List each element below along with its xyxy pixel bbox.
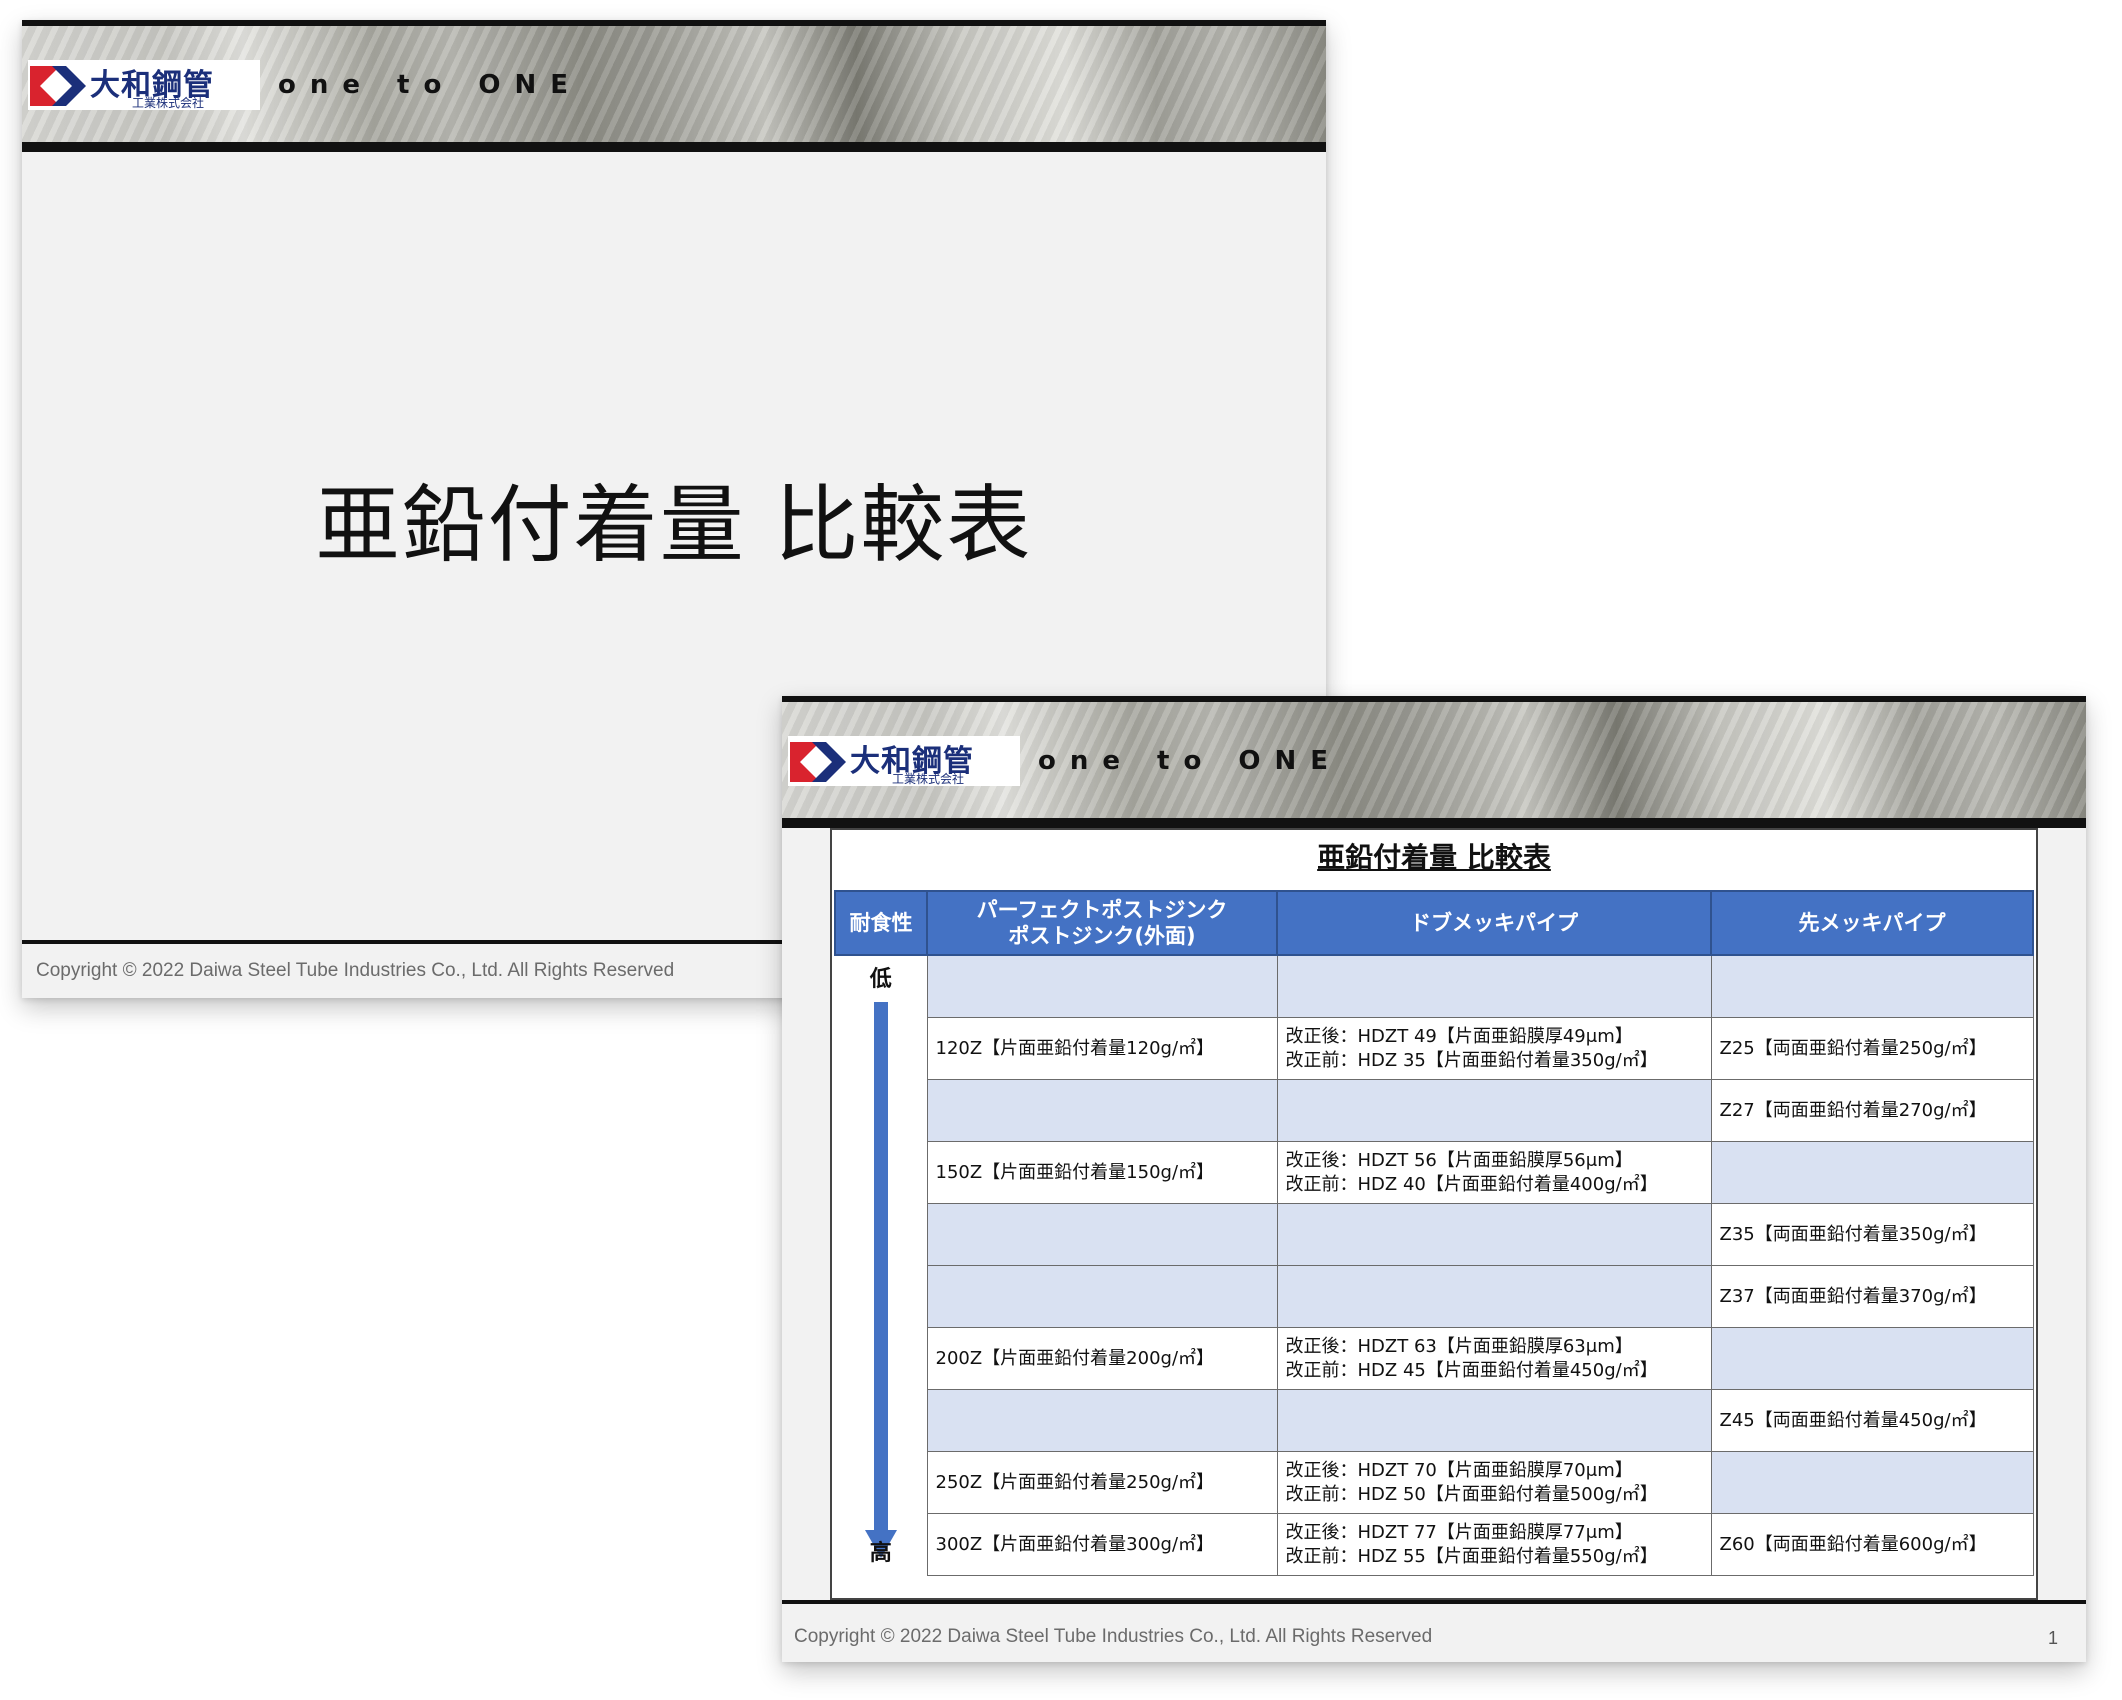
perfect-post-zinc-cell <box>926 1389 1278 1452</box>
header-line: パーフェクトポストジンク <box>976 898 1228 922</box>
table-title: 亜鉛付着量 比較表 <box>1317 841 1551 874</box>
perfect-post-zinc-cell: 300Z【片面亜鉛付着量300g/㎡】 <box>926 1513 1278 1576</box>
hot-dip-pipe-cell: 改正後：HDZT 77【片面亜鉛膜厚77μm】 改正前：HDZ 55【片面亜鉛付着… <box>1276 1513 1712 1576</box>
logo-company-subname: 工業株式会社 <box>892 772 965 786</box>
cell-text-line: 改正前：HDZ 45【片面亜鉛付着量450g/㎡】 <box>1285 1359 1658 1381</box>
cell-text-line: 改正前：HDZ 35【片面亜鉛付着量350g/㎡】 <box>1285 1049 1658 1071</box>
logo-mark-icon <box>30 66 86 106</box>
perfect-post-zinc-cell <box>926 1079 1278 1142</box>
cell-text-line: Z60【両面亜鉛付着量600g/㎡】 <box>1719 1533 1987 1555</box>
copyright-text: Copyright © 2022 Daiwa Steel Tube Indust… <box>794 1626 1433 1647</box>
header-hot-dip-pipe: ドブメッキパイプ <box>1276 890 1712 956</box>
perfect-post-zinc-cell <box>926 1265 1278 1328</box>
footer-divider <box>782 1600 2086 1604</box>
logo-company-subname: 工業株式会社 <box>132 96 205 110</box>
cell-text-line: 改正後：HDZT 77【片面亜鉛膜厚77μm】 <box>1285 1521 1633 1543</box>
hot-dip-pipe-cell <box>1276 1389 1712 1452</box>
table-slide: 大和鋼管 工業株式会社 one to ONE 亜鉛付着量 比較表 耐食性 パーフ… <box>782 696 2086 1662</box>
perfect-post-zinc-cell: 120Z【片面亜鉛付着量120g/㎡】 <box>926 1017 1278 1080</box>
perfect-post-zinc-cell: 150Z【片面亜鉛付着量150g/㎡】 <box>926 1141 1278 1204</box>
perfect-post-zinc-cell <box>926 954 1278 1018</box>
header-banner: 大和鋼管 工業株式会社 one to ONE <box>782 696 2086 828</box>
table-row: 300Z【片面亜鉛付着量300g/㎡】 改正後：HDZT 77【片面亜鉛膜厚77μ… <box>835 1513 2034 1576</box>
pre-galvanized-pipe-cell: Z35【両面亜鉛付着量350g/㎡】 <box>1710 1203 2034 1266</box>
cell-text-line: 改正後：HDZT 49【片面亜鉛膜厚49μm】 <box>1285 1025 1633 1047</box>
pre-galvanized-pipe-cell: Z25【両面亜鉛付着量250g/㎡】 <box>1710 1017 2034 1080</box>
axis-high-label: 高 <box>869 1540 892 1566</box>
table-row: 250Z【片面亜鉛付着量250g/㎡】 改正後：HDZT 70【片面亜鉛膜厚70μ… <box>835 1451 2034 1514</box>
pre-galvanized-pipe-cell: Z45【両面亜鉛付着量450g/㎡】 <box>1710 1389 2034 1452</box>
hot-dip-pipe-cell <box>1276 1203 1712 1266</box>
table-row: 150Z【片面亜鉛付着量150g/㎡】 改正後：HDZT 56【片面亜鉛膜厚56μ… <box>835 1141 2034 1204</box>
cell-text-line: Z37【両面亜鉛付着量370g/㎡】 <box>1719 1285 1987 1307</box>
slide-title: 亜鉛付着量 比較表 <box>315 476 1033 574</box>
hot-dip-pipe-cell <box>1276 1079 1712 1142</box>
table-row: Z27【両面亜鉛付着量270g/㎡】 <box>835 1079 2034 1142</box>
hot-dip-pipe-cell: 改正後：HDZT 56【片面亜鉛膜厚56μm】 改正前：HDZ 40【片面亜鉛付着… <box>1276 1141 1712 1204</box>
table-header-row: 耐食性 パーフェクトポストジンク ポストジンク(外面) ドブメッキパイプ 先メッ… <box>834 890 2034 956</box>
header-pre-galvanized-pipe: 先メッキパイプ <box>1710 890 2034 956</box>
tagline: one to ONE <box>278 70 583 100</box>
pre-galvanized-pipe-cell <box>1710 1451 2034 1514</box>
header-banner: 大和鋼管 工業株式会社 one to ONE <box>22 20 1326 152</box>
zinc-coating-comparison-table: 耐食性 パーフェクトポストジンク ポストジンク(外面) ドブメッキパイプ 先メッ… <box>834 890 2034 1576</box>
table-row: 120Z【片面亜鉛付着量120g/㎡】 改正後：HDZT 49【片面亜鉛膜厚49μ… <box>835 1017 2034 1080</box>
perfect-post-zinc-cell: 250Z【片面亜鉛付着量250g/㎡】 <box>926 1451 1278 1514</box>
hot-dip-pipe-cell <box>1276 1265 1712 1328</box>
banner-bottom-bar <box>782 818 2086 828</box>
perfect-post-zinc-cell: 200Z【片面亜鉛付着量200g/㎡】 <box>926 1327 1278 1390</box>
pre-galvanized-pipe-cell: Z27【両面亜鉛付着量270g/㎡】 <box>1710 1079 2034 1142</box>
logo-mark-icon <box>790 742 846 782</box>
table-row: Z35【両面亜鉛付着量350g/㎡】 <box>835 1203 2034 1266</box>
cell-text-line: Z35【両面亜鉛付着量350g/㎡】 <box>1719 1223 1987 1245</box>
table-row: Z37【両面亜鉛付着量370g/㎡】 <box>835 1265 2034 1328</box>
pre-galvanized-pipe-cell <box>1710 954 2034 1018</box>
company-logo: 大和鋼管 工業株式会社 <box>788 736 1020 786</box>
cell-text-line: 改正後：HDZT 56【片面亜鉛膜厚56μm】 <box>1285 1149 1633 1171</box>
hot-dip-pipe-cell <box>1276 954 1712 1018</box>
banner-bottom-bar <box>22 142 1326 152</box>
cell-text-line: Z25【両面亜鉛付着量250g/㎡】 <box>1719 1037 1987 1059</box>
table-row: 低 高 <box>835 954 2034 1576</box>
perfect-post-zinc-cell <box>926 1203 1278 1266</box>
down-arrow-icon <box>865 1002 897 1558</box>
cell-text-line: 改正後：HDZT 70【片面亜鉛膜厚70μm】 <box>1285 1459 1633 1481</box>
tagline: one to ONE <box>1038 746 1343 776</box>
cell-text-line: 150Z【片面亜鉛付着量150g/㎡】 <box>935 1161 1215 1183</box>
header-perfect-post-zinc: パーフェクトポストジンク ポストジンク(外面) <box>926 890 1278 956</box>
cell-text-line: 300Z【片面亜鉛付着量300g/㎡】 <box>935 1533 1215 1555</box>
copyright-text: Copyright © 2022 Daiwa Steel Tube Indust… <box>36 960 675 981</box>
pre-galvanized-pipe-cell: Z60【両面亜鉛付着量600g/㎡】 <box>1710 1513 2034 1576</box>
cell-text-line: 改正後：HDZT 63【片面亜鉛膜厚63μm】 <box>1285 1335 1633 1357</box>
pre-galvanized-pipe-cell: Z37【両面亜鉛付着量370g/㎡】 <box>1710 1265 2034 1328</box>
table-row: Z45【両面亜鉛付着量450g/㎡】 <box>835 1389 2034 1452</box>
cell-text-line: 250Z【片面亜鉛付着量250g/㎡】 <box>935 1471 1215 1493</box>
cell-text-line: Z45【両面亜鉛付着量450g/㎡】 <box>1719 1409 1987 1431</box>
page-number: 1 <box>2047 1628 2058 1648</box>
hot-dip-pipe-cell: 改正後：HDZT 70【片面亜鉛膜厚70μm】 改正前：HDZ 50【片面亜鉛付着… <box>1276 1451 1712 1514</box>
hot-dip-pipe-cell: 改正後：HDZT 63【片面亜鉛膜厚63μm】 改正前：HDZ 45【片面亜鉛付着… <box>1276 1327 1712 1390</box>
pre-galvanized-pipe-cell <box>1710 1141 2034 1204</box>
cell-text-line: 200Z【片面亜鉛付着量200g/㎡】 <box>935 1347 1215 1369</box>
comparison-table-frame: 亜鉛付着量 比較表 耐食性 パーフェクトポストジンク ポストジンク(外面) ドブ… <box>830 828 2038 1600</box>
table-row: 200Z【片面亜鉛付着量200g/㎡】 改正後：HDZT 63【片面亜鉛膜厚63μ… <box>835 1327 2034 1390</box>
hot-dip-pipe-cell: 改正後：HDZT 49【片面亜鉛膜厚49μm】 改正前：HDZ 35【片面亜鉛付着… <box>1276 1017 1712 1080</box>
company-logo: 大和鋼管 工業株式会社 <box>28 60 260 110</box>
header-corrosion-resistance: 耐食性 <box>834 890 928 956</box>
pre-galvanized-pipe-cell <box>1710 1327 2034 1390</box>
corrosion-axis: 低 高 <box>835 955 928 1576</box>
cell-text-line: 改正前：HDZ 40【片面亜鉛付着量400g/㎡】 <box>1285 1173 1658 1195</box>
axis-low-label: 低 <box>869 967 892 992</box>
cell-text-line: 改正前：HDZ 50【片面亜鉛付着量500g/㎡】 <box>1285 1483 1658 1505</box>
header-line: ポストジンク(外面) <box>1008 924 1196 948</box>
cell-text-line: 120Z【片面亜鉛付着量120g/㎡】 <box>935 1037 1215 1059</box>
cell-text-line: Z27【両面亜鉛付着量270g/㎡】 <box>1719 1099 1987 1121</box>
cell-text-line: 改正前：HDZ 55【片面亜鉛付着量550g/㎡】 <box>1285 1545 1658 1567</box>
